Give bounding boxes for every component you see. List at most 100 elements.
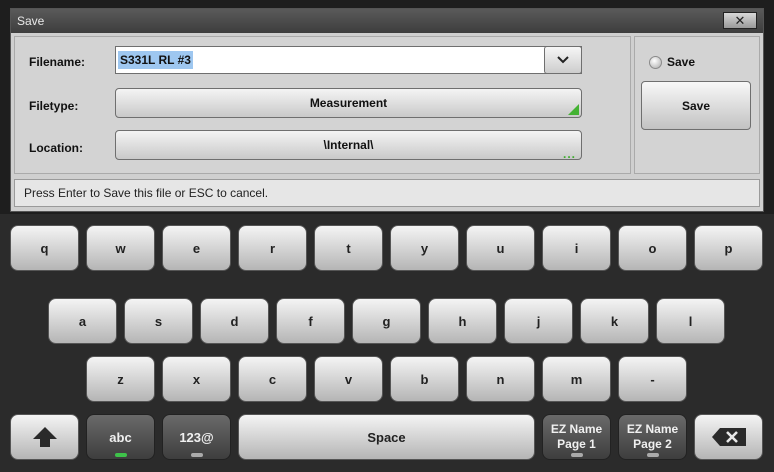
key-label: d	[230, 313, 239, 329]
status-bar: Press Enter to Save this file or ESC to …	[14, 179, 760, 207]
key-g[interactable]: g	[352, 298, 421, 344]
save-radio-label: Save	[667, 55, 696, 69]
ez-name-page-1-key[interactable]: EZ Name Page 1	[542, 414, 611, 460]
key-l[interactable]: l	[656, 298, 725, 344]
key-label: o	[648, 240, 657, 256]
key-label: b	[420, 371, 429, 387]
key-label: h	[458, 313, 467, 329]
key-f[interactable]: f	[276, 298, 345, 344]
filetype-label: Filetype:	[29, 99, 79, 113]
key-r[interactable]: r	[238, 225, 307, 271]
key-a[interactable]: a	[48, 298, 117, 344]
filetype-value: Measurement	[309, 96, 388, 110]
side-panel: Save Save	[634, 36, 760, 174]
key-label: e	[192, 240, 201, 256]
key-label: x	[192, 371, 201, 387]
close-button[interactable]: ✕	[723, 12, 757, 29]
key-label: f	[308, 313, 313, 329]
save-dialog: Save ✕ Filename: S331L RL #3 Filetype: M…	[10, 8, 764, 212]
key-label: i	[574, 240, 579, 256]
key-label: j	[536, 313, 541, 329]
save-radio[interactable]	[649, 56, 662, 69]
key-label: m	[570, 371, 583, 387]
ez-page-1-line2: Page 1	[557, 437, 596, 451]
dialog-titlebar: Save ✕	[11, 9, 763, 33]
key-label: r	[269, 240, 276, 256]
save-button[interactable]: Save	[641, 81, 751, 130]
backspace-icon	[711, 428, 746, 446]
key-label: n	[496, 371, 505, 387]
ez-page-2-line1: EZ Name	[626, 422, 679, 436]
key-b[interactable]: b	[390, 356, 459, 402]
key-label: s	[154, 313, 163, 329]
abc-key-label: abc	[109, 429, 132, 445]
key-label: l	[688, 313, 693, 329]
key-p[interactable]: p	[694, 225, 763, 271]
ez-page-1-indicator	[570, 453, 583, 457]
shift-arrow-icon	[32, 427, 57, 447]
key-label: t	[346, 240, 351, 256]
key-e[interactable]: e	[162, 225, 231, 271]
corner-indicator-icon	[568, 104, 579, 115]
key-label: -	[650, 371, 655, 387]
key-q[interactable]: q	[10, 225, 79, 271]
key-v[interactable]: v	[314, 356, 383, 402]
key-u[interactable]: u	[466, 225, 535, 271]
key-t[interactable]: t	[314, 225, 383, 271]
location-button[interactable]: \Internal\ ...	[115, 130, 582, 160]
key-label: p	[724, 240, 733, 256]
abc-key[interactable]: abc	[86, 414, 155, 460]
ez-name-page-2-key[interactable]: EZ Name Page 2	[618, 414, 687, 460]
key-h[interactable]: h	[428, 298, 497, 344]
chevron-down-icon	[557, 56, 569, 64]
key-label: u	[496, 240, 505, 256]
space-key[interactable]: Space	[238, 414, 535, 460]
key-i[interactable]: i	[542, 225, 611, 271]
form-panel: Filename: S331L RL #3 Filetype: Measurem…	[14, 36, 631, 174]
key-label: c	[268, 371, 277, 387]
key-label: a	[78, 313, 87, 329]
ez-page-2-indicator	[646, 453, 659, 457]
key-d[interactable]: d	[200, 298, 269, 344]
filename-field[interactable]: S331L RL #3	[115, 46, 582, 74]
key-label: w	[115, 240, 126, 256]
key-x[interactable]: x	[162, 356, 231, 402]
backspace-key[interactable]	[694, 414, 763, 460]
filetype-button[interactable]: Measurement	[115, 88, 582, 118]
key-m[interactable]: m	[542, 356, 611, 402]
key-label: k	[610, 313, 619, 329]
key-z[interactable]: z	[86, 356, 155, 402]
key-label: v	[344, 371, 353, 387]
key-k[interactable]: k	[580, 298, 649, 344]
key-label: z	[117, 371, 124, 387]
key-label: g	[382, 313, 391, 329]
key-label: y	[420, 240, 429, 256]
key-o[interactable]: o	[618, 225, 687, 271]
onscreen-keyboard: q w e r t y u i o p a s d f g h j k l z …	[0, 214, 774, 472]
space-key-label: Space	[367, 429, 406, 445]
key-w[interactable]: w	[86, 225, 155, 271]
key-hyphen[interactable]: -	[618, 356, 687, 402]
filename-label: Filename:	[29, 55, 86, 69]
numbers-indicator	[190, 453, 203, 457]
ez-page-1-line1: EZ Name	[550, 422, 603, 436]
location-label: Location:	[29, 141, 83, 155]
save-button-label: Save	[681, 98, 711, 113]
key-s[interactable]: s	[124, 298, 193, 344]
dialog-title: Save	[17, 14, 45, 28]
ez-page-2-line2: Page 2	[633, 437, 672, 451]
shift-key[interactable]	[10, 414, 79, 460]
abc-active-indicator	[114, 453, 127, 457]
filename-dropdown-button[interactable]	[544, 46, 582, 74]
key-c[interactable]: c	[238, 356, 307, 402]
key-j[interactable]: j	[504, 298, 573, 344]
key-y[interactable]: y	[390, 225, 459, 271]
key-label: q	[40, 240, 49, 256]
numbers-key-label: 123@	[179, 429, 214, 445]
numbers-key[interactable]: 123@	[162, 414, 231, 460]
more-dots-icon: ...	[562, 147, 576, 161]
location-value: \Internal\	[323, 138, 374, 152]
close-icon: ✕	[734, 12, 746, 28]
filename-value[interactable]: S331L RL #3	[118, 51, 193, 69]
key-n[interactable]: n	[466, 356, 535, 402]
